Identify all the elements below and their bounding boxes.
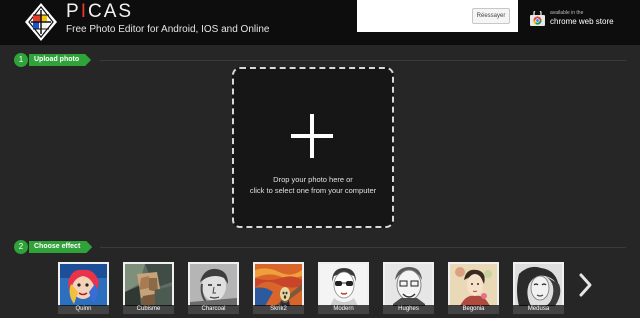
effect-quinn[interactable]: Quinn xyxy=(58,262,109,314)
divider xyxy=(100,247,626,248)
effect-thumbnail xyxy=(255,264,302,306)
brand-accent-letter: I xyxy=(80,1,88,22)
step-number-badge: 1 xyxy=(14,53,28,67)
ad-banner: Réessayer xyxy=(357,0,518,32)
effect-thumbnail xyxy=(450,264,497,306)
divider xyxy=(100,60,626,61)
add-photo-icon-bar xyxy=(291,134,333,138)
effect-cubisme[interactable]: Cubisme xyxy=(123,262,174,314)
effect-label: Medusa xyxy=(513,305,564,314)
effect-charcoal[interactable]: Charcoal xyxy=(188,262,239,314)
effect-label: Skrik2 xyxy=(253,305,304,314)
effect-label: Modern xyxy=(318,305,369,314)
effect-label: Cubisme xyxy=(123,305,174,314)
effect-medusa[interactable]: Medusa xyxy=(513,262,564,314)
header-bar: PICAS Free Photo Editor for Android, IOS… xyxy=(0,0,640,45)
effect-label: Charcoal xyxy=(188,305,239,314)
effect-thumbnail xyxy=(125,264,172,306)
dropzone-text-line2: click to select one from your computer xyxy=(249,186,377,195)
step-label: Choose effect xyxy=(29,241,92,253)
effect-hughes[interactable]: Hughes xyxy=(383,262,434,314)
chrome-store-icon xyxy=(530,11,545,26)
effect-label: Hughes xyxy=(383,305,434,314)
retry-button[interactable]: Réessayer xyxy=(472,8,510,24)
dropzone-text-line1: Drop your photo here or xyxy=(273,175,353,184)
step-label: Upload photo xyxy=(29,54,91,66)
effect-thumbnail xyxy=(60,264,107,306)
effect-skrik2[interactable]: Skrik2 xyxy=(253,262,304,314)
next-arrow-icon[interactable] xyxy=(578,272,594,298)
effect-modern[interactable]: Modern xyxy=(318,262,369,314)
effect-begonia[interactable]: Begonia xyxy=(448,262,499,314)
effect-thumbnail xyxy=(385,264,432,306)
effect-thumbnail xyxy=(515,264,562,306)
step-number-badge: 2 xyxy=(14,240,28,254)
effect-thumbnail xyxy=(190,264,237,306)
chrome-web-store-badge[interactable]: available in the chrome web store xyxy=(530,8,630,28)
effect-label: Quinn xyxy=(58,305,109,314)
chrome-store-title: chrome web store xyxy=(550,17,614,26)
tagline: Free Photo Editor for Android, IOS and O… xyxy=(66,24,270,35)
effect-thumbnail xyxy=(320,264,367,306)
picas-logo-icon[interactable] xyxy=(24,2,58,42)
effect-label: Begonia xyxy=(448,305,499,314)
chrome-store-caption: available in the xyxy=(550,10,584,16)
photo-dropzone[interactable]: Drop your photo here or click to select … xyxy=(232,67,394,228)
brand-name[interactable]: PICAS xyxy=(66,1,133,23)
